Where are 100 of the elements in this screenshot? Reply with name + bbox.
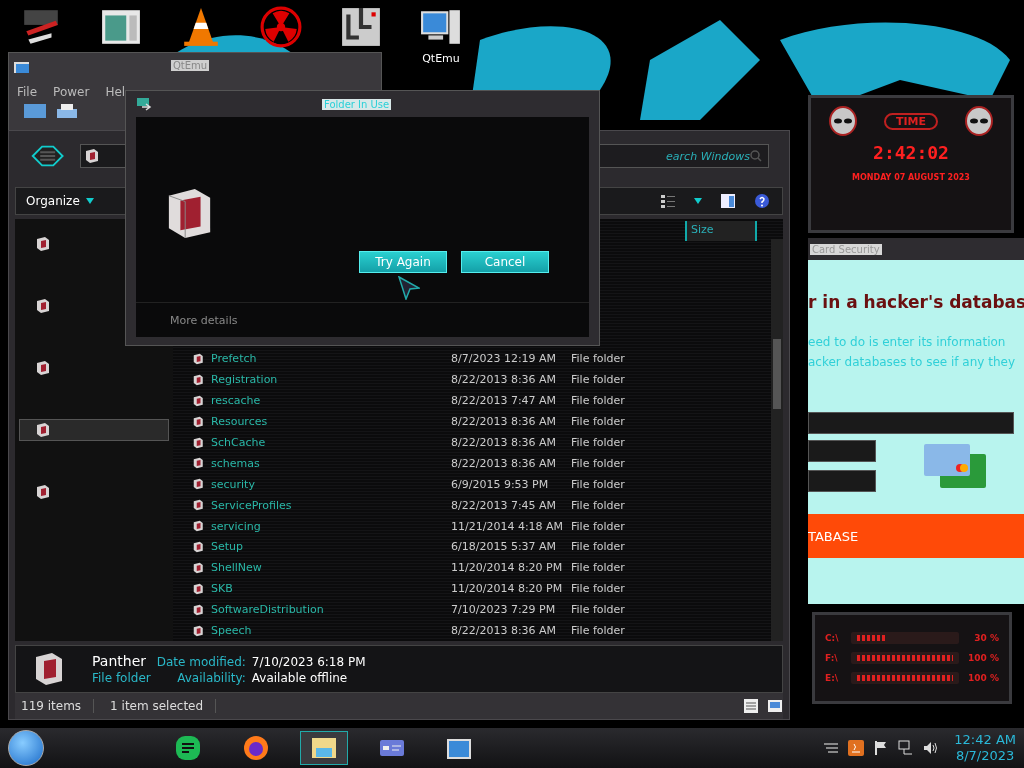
preview-pane-icon[interactable] <box>720 193 736 209</box>
drive-label: C:\ <box>825 633 840 643</box>
file-name[interactable]: servicing <box>211 519 261 533</box>
table-cell-text: File folder <box>571 561 626 575</box>
folder-icon <box>36 484 52 500</box>
table-cell-text: 11/20/2014 8:20 PM <box>451 561 564 575</box>
alien-head-icon <box>827 106 858 136</box>
printer-icon[interactable] <box>55 103 79 119</box>
large-icons-view-icon[interactable] <box>767 698 783 714</box>
field-label: Availability: <box>176 671 246 685</box>
folder-icon <box>193 352 205 365</box>
field-value: 7/10/2023 6:18 PM <box>251 655 366 669</box>
start-button[interactable] <box>8 730 44 766</box>
clock-date: MONDAY 07 AUGUST 2023 <box>852 173 970 182</box>
caret-icon <box>85 198 94 204</box>
table-cell-text: 11/21/2014 4:18 AM <box>451 519 565 533</box>
monitor-icon[interactable] <box>23 103 47 119</box>
taskbar-button[interactable] <box>300 731 348 765</box>
folder-icon <box>193 541 205 553</box>
file-name[interactable]: Prefetch <box>211 352 257 366</box>
folder-icon <box>193 436 205 449</box>
table-cell-text: File folder <box>571 477 626 491</box>
folder-icon <box>193 561 205 574</box>
folder-icon <box>193 394 205 407</box>
input-field[interactable] <box>808 440 876 462</box>
window-title: QtEmu <box>171 59 210 71</box>
table-cell-text: File folder <box>571 373 626 387</box>
file-name[interactable]: Resources <box>211 415 268 429</box>
table-cell-text: 11/20/2014 8:20 PM <box>451 582 564 596</box>
file-name[interactable]: SchCache <box>211 436 266 450</box>
table-cell-text: File folder <box>571 603 626 617</box>
table-cell-text: 8/7/2023 12:19 AM <box>451 352 558 366</box>
show-hidden-icon[interactable] <box>823 740 840 756</box>
scroll-thumb[interactable] <box>773 339 781 409</box>
clock-time: 2:42:02 <box>873 142 949 163</box>
dropdown-caret-icon[interactable] <box>694 198 702 204</box>
table-cell-text: 6/18/2015 5:37 AM <box>451 540 558 554</box>
notes-icon <box>174 734 202 762</box>
nav-item[interactable] <box>19 419 169 441</box>
input-field[interactable] <box>808 470 876 492</box>
field-label: Date modified: <box>156 655 246 669</box>
window-title: Card Security <box>810 243 882 255</box>
table-cell-text: File folder <box>571 436 626 450</box>
taskbar-clock[interactable]: 12:42 AM 8/7/2023 <box>954 732 1016 764</box>
menu-item[interactable]: Hel <box>105 85 126 99</box>
usage-reading: 30 % <box>973 633 999 643</box>
usage-reading: 100 % <box>967 653 999 663</box>
folder-icon <box>193 603 205 616</box>
file-name[interactable]: ServiceProfiles <box>211 498 292 512</box>
item-count: 119 items <box>15 699 95 713</box>
paragraph-text: acker databases to see if any they <box>808 354 1017 371</box>
table-cell-text: 8/22/2013 8:36 AM <box>451 415 558 429</box>
credit-cards-icon <box>922 442 988 490</box>
file-name[interactable]: rescache <box>211 394 261 408</box>
menu-item[interactable]: File <box>17 85 38 99</box>
column-header[interactable]: Size <box>685 221 757 241</box>
hazard-icon[interactable] <box>260 6 302 48</box>
usage-reading: 100 % <box>967 673 999 683</box>
table-cell-text: File folder <box>571 456 626 470</box>
details-view-icon[interactable] <box>743 698 759 714</box>
more-details-toggle[interactable]: More details <box>170 313 238 327</box>
view-options-icon[interactable] <box>660 193 676 209</box>
network-icon[interactable] <box>898 740 915 756</box>
table-cell-text: 8/22/2013 8:36 AM <box>451 436 558 450</box>
file-name[interactable]: ShellNew <box>211 561 262 575</box>
table-cell-text: 7/10/2023 7:29 PM <box>451 603 557 617</box>
menu-item[interactable]: Power <box>53 85 90 99</box>
table-cell-text: File folder <box>571 415 626 429</box>
drive-label: F:\ <box>825 653 839 663</box>
folder-move-icon <box>136 96 152 112</box>
organize-button[interactable]: Organize <box>22 192 98 210</box>
volume-icon[interactable] <box>923 740 940 756</box>
scrollbar[interactable] <box>771 239 783 641</box>
file-name[interactable]: SoftwareDistribution <box>211 603 324 617</box>
table-cell-text: 8/22/2013 7:47 AM <box>451 394 558 408</box>
table-cell-text: File folder <box>571 519 626 533</box>
file-name[interactable]: Setup <box>211 540 244 554</box>
table-cell-text: File folder <box>571 624 626 638</box>
table-cell-text: File folder <box>571 498 626 512</box>
file-name[interactable]: schemas <box>211 456 260 470</box>
maze-icon[interactable] <box>340 6 382 48</box>
window-title: Folder In Use <box>322 98 392 110</box>
folder-icon <box>36 422 52 438</box>
folder-icon <box>193 520 205 533</box>
icon-label[interactable]: QtEmu <box>422 52 460 65</box>
help-icon[interactable] <box>754 193 770 209</box>
folder-icon <box>36 236 52 252</box>
folder-icon <box>193 582 205 595</box>
field-value: Available offline <box>251 671 349 685</box>
file-name[interactable]: Registration <box>211 373 278 387</box>
banner-text: TABASE <box>808 528 859 544</box>
input-field[interactable] <box>808 412 1014 434</box>
file-name[interactable]: security <box>211 477 255 491</box>
clock-label: TIME <box>883 112 939 130</box>
file-name[interactable]: Speech <box>211 624 252 638</box>
search-icon <box>750 150 762 162</box>
file-name[interactable]: SKB <box>211 582 233 596</box>
mouse-cursor-icon <box>398 276 420 300</box>
table-cell-text: 8/22/2013 8:36 AM <box>451 456 558 470</box>
folder-icon <box>193 373 205 386</box>
